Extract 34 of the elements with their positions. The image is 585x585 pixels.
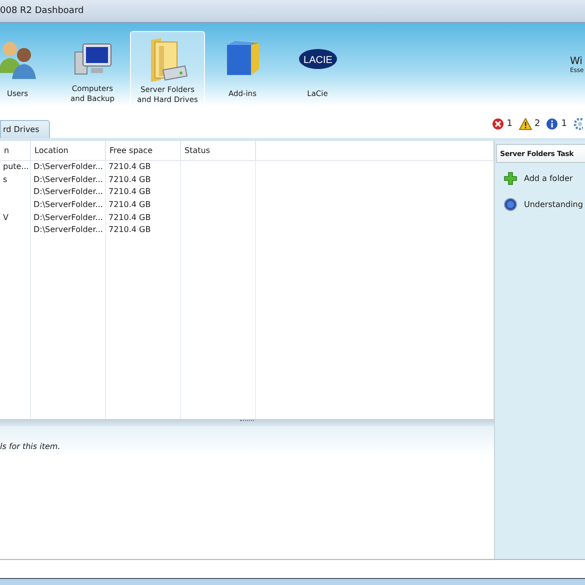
lacie-logo: LACIE: [298, 47, 338, 71]
plus-icon: [504, 172, 517, 185]
details-message: ls for this item.: [0, 441, 60, 451]
table-cell: V: [3, 212, 8, 222]
table-cell: 7210.4 GB: [108, 174, 151, 184]
window-title: 008 R2 Dashboard: [0, 6, 84, 16]
table-cell: D:\ServerFolder...: [34, 187, 103, 196]
info-icon: [546, 118, 558, 130]
task-link[interactable]: Add a folder: [495, 163, 585, 189]
table-cell: 7210.4 GB: [108, 200, 151, 210]
table-cell: 7210.4 GB: [108, 225, 151, 234]
warning-icon: [518, 118, 532, 130]
column-header[interactable]: Status: [184, 146, 210, 155]
table-cell: 7210.4 GB: [108, 162, 151, 172]
gear-icon[interactable]: [573, 118, 583, 130]
table-cell: D:\ServerFolder...: [34, 174, 103, 184]
alert-count: 1: [506, 119, 513, 129]
table-cell: D:\ServerFolder...: [34, 200, 103, 210]
column-header[interactable]: n: [4, 146, 10, 155]
task-link[interactable]: Understanding: [495, 189, 585, 215]
alert-count: 2: [534, 119, 540, 129]
product-name: Wi: [570, 56, 584, 66]
alert-count: 1: [561, 119, 567, 129]
table-cell: pute...: [3, 162, 29, 172]
error-icon: [492, 118, 504, 130]
table-cell: D:\ServerFolder...: [34, 225, 103, 234]
table-cell: 7210.4 GB: [108, 212, 151, 222]
table-cell: 7210.4 GB: [108, 187, 151, 196]
column-header[interactable]: Free space: [110, 146, 152, 155]
tab[interactable]: rd Drives: [0, 120, 50, 138]
table-cell: D:\ServerFolder...: [34, 162, 103, 172]
table-cell: D:\ServerFolder...: [34, 212, 103, 222]
table-cell: s: [3, 174, 8, 184]
column-header[interactable]: Location: [34, 146, 68, 155]
